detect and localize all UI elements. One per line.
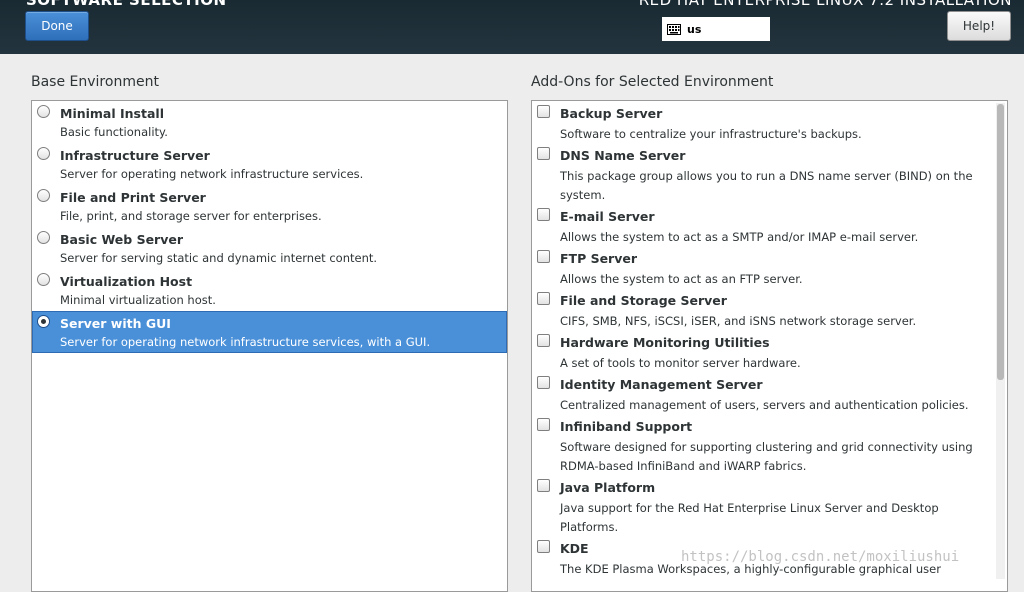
env-row-infrastructure-server[interactable]: Infrastructure Server Server for operati… (32, 143, 507, 185)
keyboard-layout-indicator[interactable]: us (662, 17, 770, 41)
checkbox[interactable] (537, 208, 550, 221)
env-description: Server for serving static and dynamic in… (60, 251, 378, 265)
checkbox[interactable] (537, 376, 550, 389)
addon-row-infiniband-support[interactable]: Infiniband Support Software designed for… (532, 414, 1007, 475)
base-environment-list: Minimal Install Basic functionality. Inf… (31, 100, 508, 592)
addon-description: CIFS, SMB, NFS, iSCSI, iSER, and iSNS ne… (560, 314, 917, 328)
addon-description: A set of tools to monitor server hardwar… (560, 356, 801, 370)
env-name: Infrastructure Server (60, 148, 210, 163)
scrollbar-thumb[interactable] (997, 104, 1004, 380)
env-name: Basic Web Server (60, 232, 184, 247)
keyboard-layout-label: us (687, 22, 702, 36)
addon-name: Hardware Monitoring Utilities (560, 335, 770, 350)
spoke-title: SOFTWARE SELECTION (26, 0, 227, 9)
addon-row-backup-server[interactable]: Backup Server Software to centralize you… (532, 101, 1007, 143)
addons-list: Backup Server Software to centralize you… (531, 100, 1008, 592)
radio-button[interactable] (37, 231, 50, 244)
base-environment-heading: Base Environment (31, 74, 159, 90)
env-row-virtualization-host[interactable]: Virtualization Host Minimal virtualizati… (32, 269, 507, 311)
addon-description: Java support for the Red Hat Enterprise … (560, 501, 939, 534)
addon-name: Identity Management Server (560, 377, 763, 392)
addon-row-ftp-server[interactable]: FTP Server Allows the system to act as a… (532, 246, 1007, 288)
checkbox[interactable] (537, 479, 550, 492)
watermark: https://blog.csdn.net/moxiliushui (681, 549, 960, 565)
addon-row-java-platform[interactable]: Java Platform Java support for the Red H… (532, 475, 1007, 536)
addon-name: Infiniband Support (560, 419, 693, 434)
checkbox[interactable] (537, 334, 550, 347)
env-name: Server with GUI (60, 316, 171, 331)
radio-button[interactable] (37, 105, 50, 118)
addon-name: KDE (560, 541, 589, 556)
addon-row-email-server[interactable]: E-mail Server Allows the system to act a… (532, 204, 1007, 246)
addon-description: Centralized management of users, servers… (560, 398, 969, 412)
addon-name: FTP Server (560, 251, 638, 266)
addon-description: Allows the system to act as an FTP serve… (560, 272, 803, 286)
checkbox[interactable] (537, 147, 550, 160)
env-description: Minimal virtualization host. (60, 293, 216, 307)
radio-button[interactable] (37, 273, 50, 286)
keyboard-icon (667, 23, 681, 35)
env-description: Server for operating network infrastruct… (60, 167, 364, 181)
radio-button[interactable] (37, 147, 50, 160)
product-title: RED HAT ENTERPRISE LINUX 7.2 INSTALLATIO… (638, 0, 1012, 9)
checkbox[interactable] (537, 105, 550, 118)
addon-row-file-and-storage-server[interactable]: File and Storage Server CIFS, SMB, NFS, … (532, 288, 1007, 330)
header-bar: SOFTWARE SELECTION RED HAT ENTERPRISE LI… (0, 0, 1024, 54)
addon-name: Java Platform (560, 480, 656, 495)
env-description: File, print, and storage server for ente… (60, 209, 322, 223)
addon-description: This package group allows you to run a D… (560, 169, 973, 202)
addon-row-hardware-monitoring-utilities[interactable]: Hardware Monitoring Utilities A set of t… (532, 330, 1007, 372)
done-button[interactable]: Done (25, 11, 89, 41)
addon-name: Backup Server (560, 106, 663, 121)
addon-name: E-mail Server (560, 209, 655, 224)
env-name: File and Print Server (60, 190, 206, 205)
radio-dot (41, 319, 46, 324)
radio-button-selected[interactable] (37, 315, 50, 328)
env-row-basic-web-server[interactable]: Basic Web Server Server for serving stat… (32, 227, 507, 269)
addon-description: Software to centralize your infrastructu… (560, 127, 862, 141)
checkbox[interactable] (537, 292, 550, 305)
env-description: Server for operating network infrastruct… (60, 335, 431, 349)
addon-name: File and Storage Server (560, 293, 727, 308)
addon-row-dns-name-server[interactable]: DNS Name Server This package group allow… (532, 143, 1007, 204)
env-description: Basic functionality. (60, 125, 168, 139)
addon-name: DNS Name Server (560, 148, 686, 163)
env-row-file-and-print-server[interactable]: File and Print Server File, print, and s… (32, 185, 507, 227)
addon-description: Allows the system to act as a SMTP and/o… (560, 230, 919, 244)
help-button[interactable]: Help! (947, 11, 1011, 41)
env-row-minimal-install[interactable]: Minimal Install Basic functionality. (32, 101, 507, 143)
checkbox[interactable] (537, 250, 550, 263)
radio-button[interactable] (37, 189, 50, 202)
env-name: Minimal Install (60, 106, 164, 121)
addon-row-identity-management-server[interactable]: Identity Management Server Centralized m… (532, 372, 1007, 414)
checkbox[interactable] (537, 418, 550, 431)
addons-heading: Add-Ons for Selected Environment (531, 74, 774, 90)
env-row-server-with-gui[interactable]: Server with GUI Server for operating net… (32, 311, 507, 353)
checkbox[interactable] (537, 540, 550, 553)
env-name: Virtualization Host (60, 274, 193, 289)
addon-description: Software designed for supporting cluster… (560, 440, 973, 473)
